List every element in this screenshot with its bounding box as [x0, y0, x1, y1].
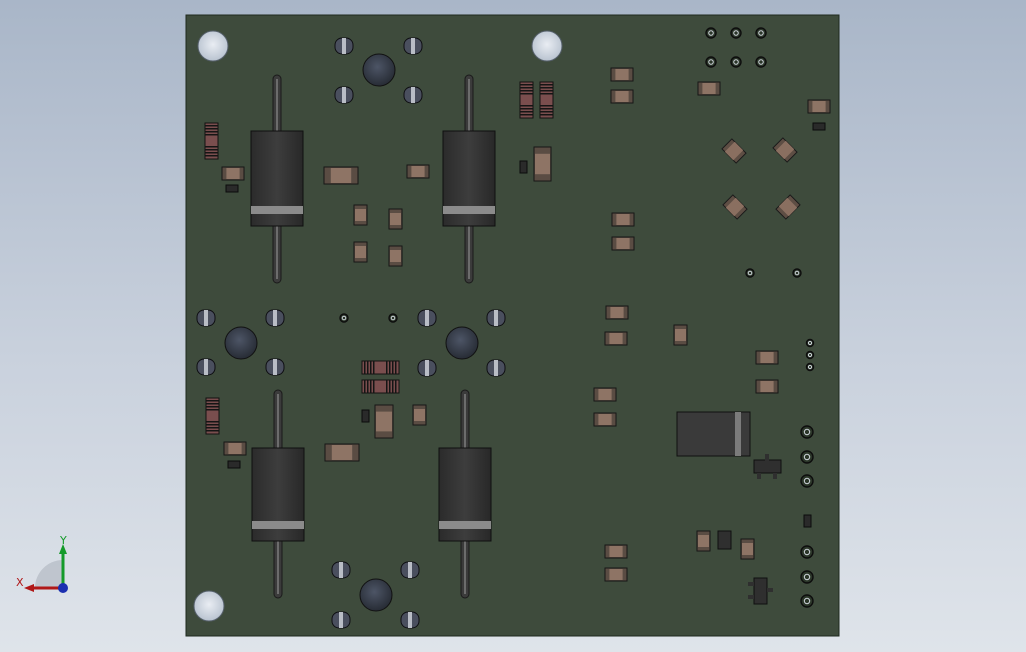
- pad: [400, 611, 420, 629]
- via: [388, 313, 398, 323]
- smd-resistor: [755, 379, 779, 394]
- smd-resistor: [604, 567, 628, 582]
- model-canvas[interactable]: Y X: [0, 0, 1026, 652]
- coordinate-triad: Y X: [16, 534, 68, 593]
- smd-resistor: [221, 166, 245, 181]
- ic-small: [717, 530, 732, 550]
- smd-resistor: [353, 204, 368, 226]
- triad-quadrant: [35, 560, 63, 588]
- smd-resistor: [807, 99, 831, 114]
- melf-resistor: [205, 397, 220, 435]
- pad: [334, 86, 354, 104]
- header-pin: [705, 27, 717, 39]
- smd-resistor: [605, 305, 629, 320]
- mounting-hole-bl: [193, 590, 225, 622]
- header-pin: [755, 27, 767, 39]
- pad: [196, 309, 216, 327]
- smd-resistor: [696, 530, 711, 552]
- via-small: [805, 362, 815, 372]
- via-small: [805, 350, 815, 360]
- smd-resistor: [604, 544, 628, 559]
- pad: [417, 309, 437, 327]
- smd-resistor: [353, 241, 368, 263]
- smd-resistor: [374, 404, 394, 439]
- smd-resistor: [740, 538, 755, 560]
- connector-pin: [800, 474, 814, 488]
- pad: [265, 358, 285, 376]
- smd-resistor: [323, 166, 359, 185]
- pad: [403, 86, 423, 104]
- smd-resistor: [604, 331, 628, 346]
- via: [339, 313, 349, 323]
- connector-pin: [800, 450, 814, 464]
- smd-resistor: [673, 324, 688, 346]
- pad: [400, 561, 420, 579]
- connector-pin: [800, 425, 814, 439]
- smd-resistor: [610, 67, 634, 82]
- connector-pin: [800, 545, 814, 559]
- header-pin: [755, 56, 767, 68]
- connector-pin: [800, 594, 814, 608]
- melf-resistor: [539, 81, 554, 119]
- melf-resistor: [519, 81, 534, 119]
- via: [745, 268, 755, 278]
- smd-resistor: [755, 350, 779, 365]
- pad: [486, 359, 506, 377]
- pad: [331, 611, 351, 629]
- header-pin: [705, 56, 717, 68]
- header-pin: [730, 27, 742, 39]
- smd-resistor: [406, 164, 430, 179]
- pad: [486, 309, 506, 327]
- pad: [196, 358, 216, 376]
- smd-resistor: [533, 146, 552, 182]
- melf-resistor: [204, 122, 219, 160]
- smd-resistor: [611, 212, 635, 227]
- via: [792, 268, 802, 278]
- connector-pin: [800, 570, 814, 584]
- cad-viewport[interactable]: Y X: [0, 0, 1026, 652]
- melf-resistor: [361, 379, 400, 394]
- header-pin: [730, 56, 742, 68]
- pad: [334, 37, 354, 55]
- pad: [265, 309, 285, 327]
- triad-y-label: Y: [59, 534, 67, 547]
- smd-resistor: [593, 387, 617, 402]
- smd-resistor: [388, 208, 403, 230]
- smd-resistor: [593, 412, 617, 427]
- mounting-hole-tr: [531, 30, 563, 62]
- pad: [403, 37, 423, 55]
- pad: [417, 359, 437, 377]
- triad-x-label: X: [16, 576, 24, 589]
- pad: [331, 561, 351, 579]
- smd-resistor: [611, 236, 635, 251]
- smd-resistor: [324, 443, 360, 462]
- via-small: [805, 338, 815, 348]
- smd-resistor: [610, 89, 634, 104]
- melf-resistor: [361, 360, 400, 375]
- smd-diode-large: [676, 411, 751, 457]
- smd-resistor: [223, 441, 247, 456]
- smd-resistor: [697, 81, 721, 96]
- smd-resistor: [412, 404, 427, 426]
- mounting-hole-tl: [197, 30, 229, 62]
- smd-resistor: [388, 245, 403, 267]
